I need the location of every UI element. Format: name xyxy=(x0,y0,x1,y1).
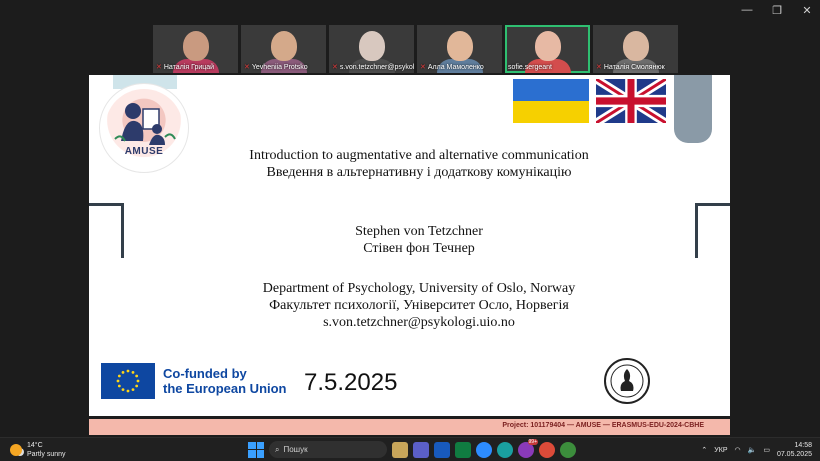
excel-icon[interactable] xyxy=(455,441,471,458)
word-icon[interactable] xyxy=(434,441,450,458)
window-controls: — ❐ ✕ xyxy=(740,4,814,17)
title-ukrainian: Введення в альтернативну і додаткову ком… xyxy=(266,165,572,180)
dept-ukrainian: Факультет психології, Університет Осло, … xyxy=(269,298,569,313)
participant-name: s.von.tetzchner@psykolog... xyxy=(339,63,414,71)
participant-tile[interactable]: sofie.sergeant xyxy=(505,25,590,73)
participant-name: Yevheniia Protsko xyxy=(251,63,308,71)
partly-sunny-icon xyxy=(10,444,22,456)
participant-strip: ✕ Наталія Грицай ✕ Yevheniia Protsko ✕ s.von.… xyxy=(153,25,678,73)
left-bracket xyxy=(89,203,124,258)
slide-affiliation: Department of Psychology, University of … xyxy=(209,280,629,331)
slide-decoration-tab xyxy=(674,75,712,143)
eu-flag-icon xyxy=(101,363,155,399)
uk-flag xyxy=(596,79,666,123)
weather-desc: Partly sunny xyxy=(27,451,66,458)
slide-footer: Project: 101179404 — AMUSE — ERASMUS-EDU… xyxy=(89,419,730,435)
participant-tile[interactable]: ✕ Yevheniia Protsko xyxy=(241,25,326,73)
participant-avatar xyxy=(270,31,297,61)
participant-name-tag: ✕ Алла Мамоленко xyxy=(420,63,484,72)
logo-text: AMUSE xyxy=(124,146,164,157)
taskbar-apps: ⌕ Пошук 99+ xyxy=(248,438,576,458)
teams-icon[interactable] xyxy=(413,441,429,458)
participant-avatar xyxy=(446,31,473,61)
participant-name-tag: ✕ Наталія Грицай xyxy=(156,63,215,72)
muted-mic-icon: ✕ xyxy=(596,64,602,71)
university-seal xyxy=(604,358,650,404)
muted-mic-icon: ✕ xyxy=(420,64,426,71)
zoom-icon[interactable] xyxy=(476,441,492,458)
participant-avatar xyxy=(182,31,209,61)
participant-name-tag: ✕ Yevheniia Protsko xyxy=(244,63,308,72)
right-bracket xyxy=(695,203,730,258)
slide-date: 7.5.2025 xyxy=(304,369,398,396)
taskbar: 14°C Partly sunny ⌕ Пошук 99+ ⌃ УКР ◠ 🔈 … xyxy=(0,437,820,461)
edge-icon[interactable] xyxy=(497,441,513,458)
battery-icon[interactable]: ▭ xyxy=(763,446,770,454)
shared-slide: AMUSE Introduction to augmentative and a… xyxy=(89,75,730,416)
chevron-up-icon[interactable]: ⌃ xyxy=(701,446,707,454)
muted-mic-icon: ✕ xyxy=(156,64,162,71)
participant-name: Наталія Грицай xyxy=(163,63,215,71)
ukraine-flag xyxy=(513,79,589,123)
participant-tile[interactable]: ✕ Наталія Грицай xyxy=(153,25,238,73)
participant-avatar xyxy=(622,31,649,61)
volume-icon[interactable]: 🔈 xyxy=(748,446,757,454)
muted-mic-icon: ✕ xyxy=(244,64,250,71)
participant-tile[interactable]: ✕s.von.tetzchner@psykolog... xyxy=(329,25,414,73)
taskbar-search[interactable]: ⌕ Пошук xyxy=(269,441,387,458)
close-icon[interactable]: ✕ xyxy=(800,4,814,17)
mail-icon[interactable]: 99+ xyxy=(518,438,538,458)
restore-icon[interactable]: ❐ xyxy=(770,4,784,17)
clock[interactable]: 14:58 07.05.2025 xyxy=(777,441,812,459)
participant-tile[interactable]: ✕ Алла Мамоленко xyxy=(417,25,502,73)
author-email: s.von.tetzchner@psykologi.uio.no xyxy=(323,315,515,330)
system-tray: ⌃ УКР ◠ 🔈 ▭ 14:58 07.05.2025 xyxy=(701,441,812,459)
participant-avatar xyxy=(358,31,385,61)
participant-tile[interactable]: ✕ Наталія Смолянюк xyxy=(593,25,678,73)
search-placeholder: Пошук xyxy=(283,445,308,454)
clock-date: 07.05.2025 xyxy=(776,451,812,458)
screen: — ❐ ✕ ✕ Наталія Грицай ✕ Yevheniia Protsko ✕… xyxy=(0,0,820,461)
dept-english: Department of Psychology, University of … xyxy=(262,281,576,296)
author-english: Stephen von Tetzchner xyxy=(355,224,483,239)
chrome-icon[interactable] xyxy=(539,441,555,458)
search-icon: ⌕ xyxy=(275,444,280,454)
clock-time: 14:58 xyxy=(794,442,812,449)
eu-text-line2: the European Union xyxy=(163,381,287,396)
participant-name-tag: ✕ Наталія Смолянюк xyxy=(596,63,665,72)
eu-text-line1: Co-funded by xyxy=(163,366,247,381)
minimize-icon[interactable]: — xyxy=(740,4,754,17)
file-explorer-icon[interactable] xyxy=(392,441,408,458)
language-indicator[interactable]: УКР xyxy=(714,447,727,454)
author-ukrainian: Стівен фон Течнер xyxy=(363,241,475,256)
slide-author: Stephen von Tetzchner Стівен фон Течнер xyxy=(209,223,629,257)
participant-name: Алла Мамоленко xyxy=(427,63,484,71)
participant-name-tag: ✕s.von.tetzchner@psykolog... xyxy=(332,63,414,72)
participant-name: Наталія Смолянюк xyxy=(603,63,665,71)
muted-mic-icon: ✕ xyxy=(332,64,338,71)
weather-temp: 14°C xyxy=(27,442,43,449)
participant-avatar xyxy=(534,31,561,61)
weather-widget[interactable]: 14°C Partly sunny xyxy=(10,441,66,459)
title-english: Introduction to augmentative and alterna… xyxy=(249,148,589,163)
project-footer-text: Project: 101179404 — AMUSE — ERASMUS-EDU… xyxy=(502,422,704,429)
windows-start-icon[interactable] xyxy=(248,441,264,458)
wifi-icon[interactable]: ◠ xyxy=(735,446,741,454)
amuse-logo: AMUSE xyxy=(99,83,189,173)
participant-name-tag: sofie.sergeant xyxy=(508,64,552,71)
participant-name: sofie.sergeant xyxy=(508,64,552,71)
eu-cofunded-logo: Co-funded by the European Union xyxy=(101,363,287,399)
mail-badge: 99+ xyxy=(527,438,538,445)
slide-title: Introduction to augmentative and alterna… xyxy=(209,147,629,181)
chrome-profile-icon[interactable] xyxy=(560,441,576,458)
